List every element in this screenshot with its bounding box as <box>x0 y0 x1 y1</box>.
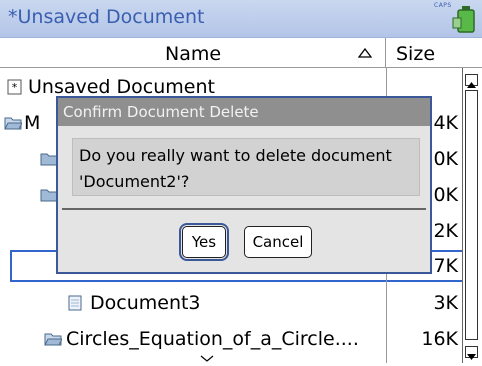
folder-open-icon <box>4 117 22 130</box>
scroll-down-button[interactable] <box>465 346 478 360</box>
list-item-name: Document3 <box>90 292 201 314</box>
dialog-message: Do you really want to delete document 'D… <box>72 138 420 196</box>
folder-open-icon <box>44 333 62 346</box>
list-item-size: 3K <box>433 292 458 314</box>
scroll-up-button[interactable] <box>465 74 478 88</box>
list-item-size: 4K <box>433 112 458 134</box>
list-item-size: 16K <box>421 328 458 350</box>
column-header: Name Size <box>0 38 482 68</box>
document-icon <box>68 295 82 311</box>
name-column-header[interactable]: Name <box>0 38 386 68</box>
cancel-button[interactable]: Cancel <box>244 226 312 258</box>
dialog-separator <box>62 208 426 210</box>
dialog-message-line1: Do you really want to delete document <box>79 146 392 165</box>
battery-icon <box>452 6 475 33</box>
document-star-icon: * <box>7 79 22 95</box>
caps-indicator: CAPS <box>434 2 452 9</box>
list-item-name: Unsaved Document <box>28 76 215 98</box>
list-item-size: 2K <box>433 220 458 242</box>
scroll-thumb[interactable] <box>465 90 478 340</box>
sort-ascending-icon <box>358 48 372 58</box>
dialog-message-line2: 'Document2'? <box>79 172 190 191</box>
dialog-title: Confirm Document Delete <box>58 98 430 126</box>
list-item[interactable]: Circles_Equation_of_a_Circle.... 16K <box>0 324 462 354</box>
title-bar: *Unsaved Document CAPS <box>0 0 482 38</box>
list-item-size: 0K <box>433 148 458 170</box>
name-column-label: Name <box>165 43 222 65</box>
list-item-size: 0K <box>433 184 458 206</box>
yes-button[interactable]: Yes <box>179 223 229 261</box>
window-title: *Unsaved Document <box>8 6 205 28</box>
more-below-arrow-icon <box>200 355 214 362</box>
scroll-down-icon <box>467 354 476 360</box>
list-item-name: M <box>24 112 41 134</box>
scroll-up-icon <box>467 82 476 88</box>
list-item-size: 7K <box>433 255 458 277</box>
confirm-delete-dialog: Confirm Document Delete Do you really wa… <box>56 96 432 274</box>
size-column-header[interactable]: Size <box>386 38 460 68</box>
svg-text:*: * <box>12 81 18 94</box>
vertical-scrollbar[interactable] <box>462 68 480 363</box>
list-item-name: Circles_Equation_of_a_Circle.... <box>66 328 359 350</box>
size-column-label: Size <box>396 43 436 65</box>
list-item[interactable]: Document3 3K <box>0 288 462 318</box>
